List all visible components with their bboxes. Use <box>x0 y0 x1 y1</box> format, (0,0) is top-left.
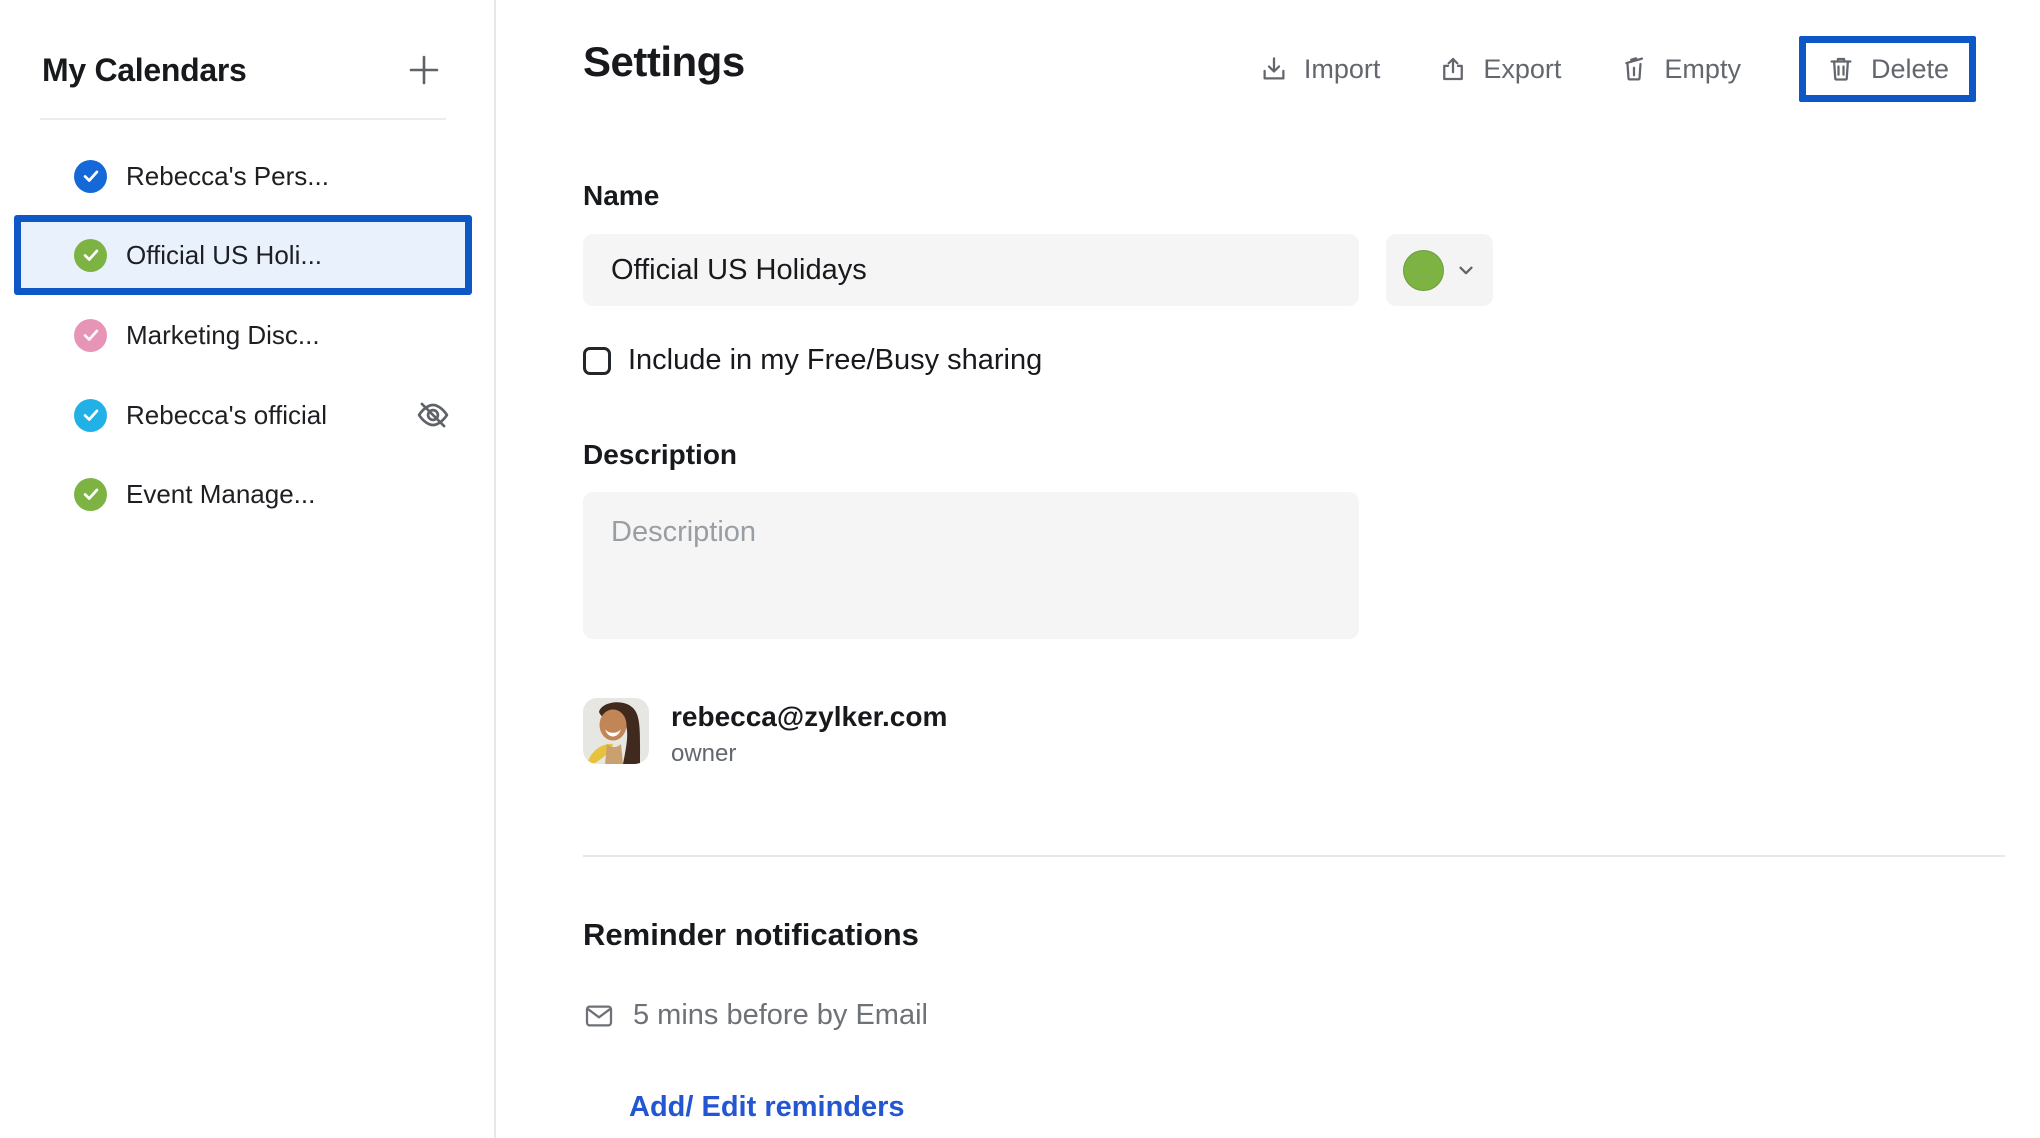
calendar-check-icon[interactable] <box>74 239 107 272</box>
freebusy-checkbox[interactable] <box>583 347 611 375</box>
color-swatch <box>1403 250 1444 291</box>
calendar-check-icon[interactable] <box>74 399 107 432</box>
name-row <box>583 234 1493 306</box>
sidebar-item-rebeccas-official[interactable]: Rebecca's official <box>14 375 472 455</box>
freebusy-label: Include in my Free/Busy sharing <box>628 344 1042 377</box>
settings-action-bar: Import Export Empty <box>1259 36 1976 102</box>
delete-button[interactable]: Delete <box>1799 36 1976 102</box>
calendar-name: Marketing Disc... <box>126 320 320 351</box>
upload-icon <box>1438 54 1468 84</box>
section-divider <box>583 855 2005 857</box>
eye-off-icon[interactable] <box>412 394 454 436</box>
export-button[interactable]: Export <box>1438 54 1561 85</box>
empty-label: Empty <box>1664 54 1741 85</box>
export-label: Export <box>1483 54 1561 85</box>
import-label: Import <box>1304 54 1381 85</box>
reminder-notifications-title: Reminder notifications <box>583 917 919 953</box>
chevron-down-icon <box>1455 259 1477 281</box>
sidebar-title: My Calendars <box>42 52 246 89</box>
calendar-settings-page: My Calendars Rebecca's Pers... <box>0 0 2040 1138</box>
add-edit-reminders-link[interactable]: Add/ Edit reminders <box>629 1091 905 1124</box>
calendar-check-icon[interactable] <box>74 319 107 352</box>
owner-email: rebecca@zylker.com <box>671 701 947 733</box>
calendar-color-dropdown[interactable] <box>1386 234 1493 306</box>
reminder-current-row: 5 mins before by Email <box>583 999 928 1032</box>
plus-icon <box>407 53 441 87</box>
description-field-label: Description <box>583 439 737 471</box>
sidebar-item-marketing-discussions[interactable]: Marketing Disc... <box>14 295 472 375</box>
sidebar-item-rebeccas-personal[interactable]: Rebecca's Pers... <box>14 136 472 216</box>
name-field-label: Name <box>583 180 659 212</box>
calendar-name: Event Manage... <box>126 479 315 510</box>
trash-open-icon <box>1619 54 1649 84</box>
avatar <box>583 698 649 764</box>
email-icon <box>583 1000 615 1032</box>
calendar-check-icon[interactable] <box>74 160 107 193</box>
trash-icon <box>1826 54 1856 84</box>
freebusy-row: Include in my Free/Busy sharing <box>583 344 1042 377</box>
owner-row: rebecca@zylker.com owner <box>583 698 947 768</box>
calendar-name-input[interactable] <box>583 234 1359 306</box>
download-icon <box>1259 54 1289 84</box>
calendar-name: Official US Holi... <box>126 240 322 271</box>
sidebar-item-event-management[interactable]: Event Manage... <box>14 454 472 534</box>
description-textarea[interactable] <box>583 492 1359 639</box>
calendar-name: Rebecca's official <box>126 400 327 431</box>
empty-button[interactable]: Empty <box>1619 54 1741 85</box>
delete-label: Delete <box>1871 54 1949 85</box>
owner-role: owner <box>671 740 947 768</box>
owner-info: rebecca@zylker.com owner <box>671 698 947 768</box>
page-title: Settings <box>583 38 745 86</box>
reminder-current-text: 5 mins before by Email <box>633 999 928 1032</box>
sidebar-item-official-us-holidays[interactable]: Official US Holi... <box>14 215 472 295</box>
add-calendar-button[interactable] <box>400 46 448 94</box>
calendar-check-icon[interactable] <box>74 478 107 511</box>
import-button[interactable]: Import <box>1259 54 1381 85</box>
sidebar-divider <box>40 118 446 120</box>
my-calendars-sidebar: My Calendars Rebecca's Pers... <box>0 0 496 1138</box>
calendar-name: Rebecca's Pers... <box>126 161 329 192</box>
